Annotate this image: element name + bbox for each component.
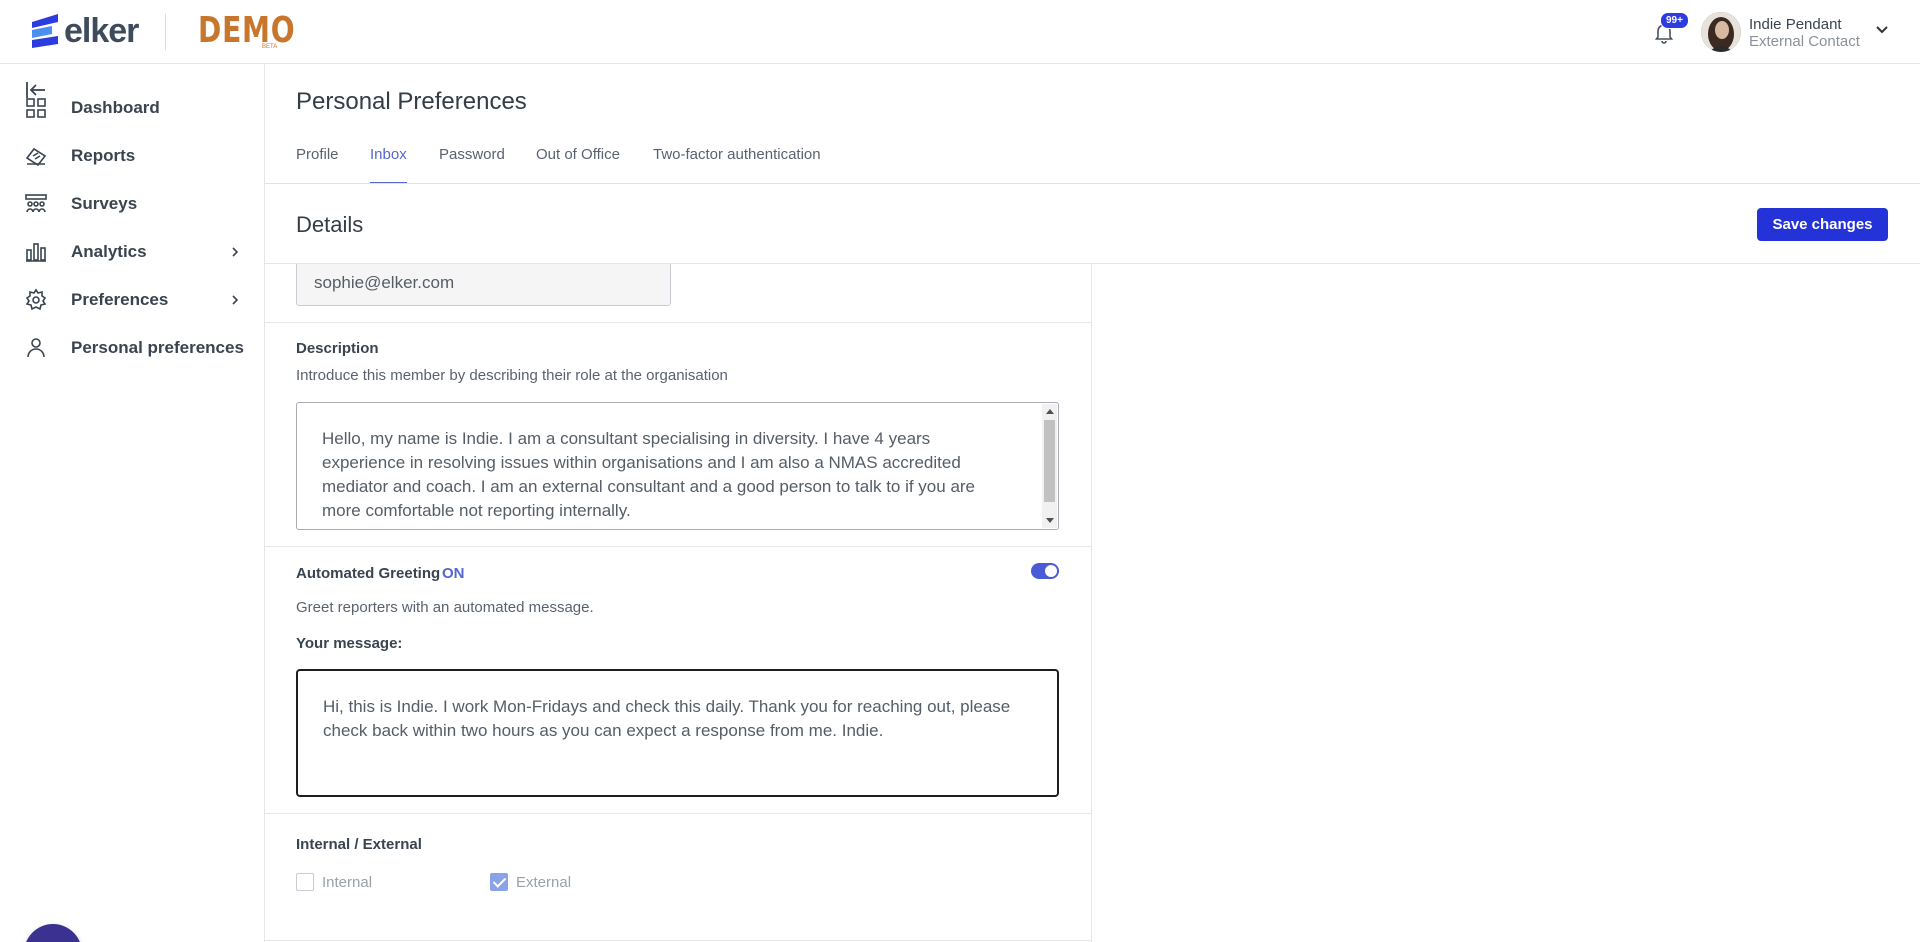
logo-mark-icon: [32, 14, 58, 48]
greeting-help: Greet reporters with an automated messag…: [296, 599, 594, 616]
sidebar-item-analytics[interactable]: Analytics: [0, 232, 265, 272]
divider: [265, 813, 1091, 814]
automated-greeting-toggle[interactable]: [1031, 563, 1059, 579]
your-message-label: Your message:: [296, 635, 403, 652]
greeting-status: ON: [442, 565, 465, 582]
top-bar: elker DEMO BETA 99+ Indie Pendant Extern…: [0, 0, 1920, 64]
scroll-down-icon[interactable]: [1046, 518, 1054, 523]
divider: [265, 322, 1091, 323]
tab-out-of-office[interactable]: Out of Office: [536, 146, 620, 184]
internal-checkbox[interactable]: [296, 873, 314, 891]
automated-greeting-label: Automated Greeting: [296, 565, 441, 582]
tab-profile[interactable]: Profile: [296, 146, 339, 184]
person-icon: [27, 338, 45, 358]
avatar-image: [1701, 12, 1741, 52]
page-title: Personal Preferences: [296, 88, 527, 115]
details-header: Details Save changes: [265, 184, 1920, 264]
logo-text: elker: [64, 12, 139, 50]
dashboard-icon: [26, 98, 46, 118]
divider: [265, 546, 1091, 547]
sidebar-item-label: Preferences: [71, 290, 169, 309]
description-label: Description: [296, 340, 379, 357]
sidebar: Dashboard Reports Surveys Analytics Pref…: [0, 64, 265, 942]
chevron-right-icon: [232, 247, 239, 257]
elker-logo[interactable]: elker: [30, 12, 139, 50]
description-help: Introduce this member by describing thei…: [296, 367, 728, 384]
scrollbar-thumb[interactable]: [1044, 420, 1055, 502]
greeting-message-textarea[interactable]: Hi, this is Indie. I work Mon-Fridays an…: [296, 669, 1059, 797]
description-textarea[interactable]: Hello, my name is Indie. I am a consulta…: [296, 402, 1059, 530]
chevron-down-icon[interactable]: [1874, 22, 1890, 38]
sidebar-item-personal-preferences[interactable]: Personal preferences: [0, 328, 265, 368]
demo-sub-label: BETA: [262, 44, 278, 50]
tab-two-factor-authentication[interactable]: Two-factor authentication: [653, 146, 821, 184]
reports-icon: [25, 147, 47, 167]
email-field[interactable]: sophie@elker.com: [296, 264, 671, 306]
notification-badge: 99+: [1660, 12, 1689, 29]
divider: [265, 940, 1091, 941]
textarea-scrollbar[interactable]: [1042, 404, 1057, 528]
sidebar-item-label: Analytics: [71, 242, 147, 261]
tab-inbox[interactable]: Inbox: [370, 146, 407, 184]
sidebar-item-reports[interactable]: Reports: [0, 136, 265, 176]
chat-launcher-button[interactable]: [24, 924, 82, 942]
details-title: Details: [296, 212, 364, 237]
user-role: External Contact: [1749, 33, 1860, 50]
analytics-icon: [26, 243, 46, 262]
sidebar-item-dashboard[interactable]: Dashboard: [0, 88, 265, 128]
external-checkbox[interactable]: [490, 873, 508, 891]
sidebar-item-surveys[interactable]: Surveys: [0, 184, 265, 224]
sidebar-item-label: Personal preferences: [71, 338, 244, 357]
logo-divider: [165, 14, 166, 50]
tab-password[interactable]: Password: [439, 146, 505, 184]
chevron-right-icon: [232, 295, 239, 305]
external-checkbox-label[interactable]: External: [516, 874, 571, 891]
surveys-icon: [25, 194, 47, 213]
description-text: Hello, my name is Indie. I am a consulta…: [322, 429, 976, 520]
sidebar-item-label: Reports: [71, 146, 136, 165]
scroll-up-icon[interactable]: [1046, 409, 1054, 414]
user-name[interactable]: Indie Pendant: [1749, 16, 1842, 33]
demo-label: DEMO: [198, 10, 296, 51]
internal-checkbox-label[interactable]: Internal: [322, 874, 372, 891]
internal-external-label: Internal / External: [296, 836, 422, 853]
sidebar-item-label: Surveys: [71, 194, 138, 213]
gear-icon: [25, 288, 47, 311]
sidebar-item-label: Dashboard: [71, 98, 160, 117]
sidebar-item-preferences[interactable]: Preferences: [0, 280, 265, 320]
avatar[interactable]: [1701, 12, 1741, 52]
save-changes-button[interactable]: Save changes: [1757, 208, 1888, 241]
details-panel: sophie@elker.com Description Introduce t…: [265, 264, 1092, 942]
